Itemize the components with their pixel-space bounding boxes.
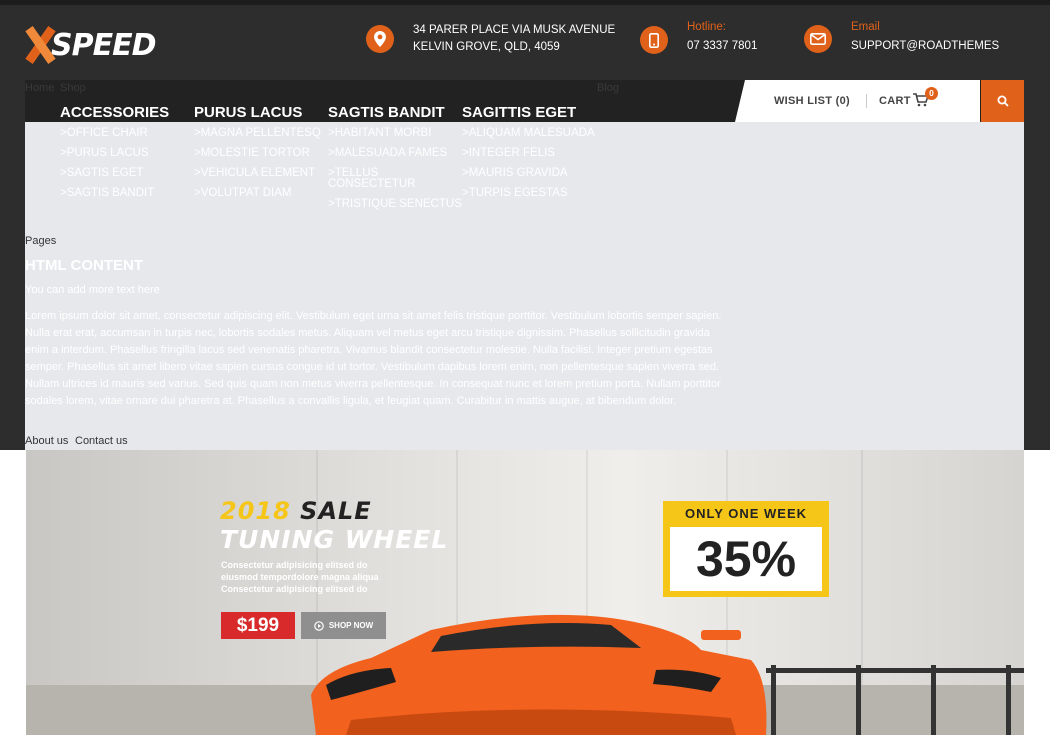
email-label: Email xyxy=(851,21,880,33)
nav-divider xyxy=(866,94,867,108)
rack-post xyxy=(931,665,936,735)
menu-list-sagittis-eget: >ALIQUAM MALESUADA >INTEGER FELIS >MAURI… xyxy=(462,127,597,208)
menu-heading-sagtis-bandit[interactable]: SAGTIS BANDIT xyxy=(328,104,445,121)
search-button[interactable] xyxy=(981,80,1024,122)
cart-link[interactable]: CART xyxy=(879,95,911,107)
menu-item[interactable]: >MOLESTIE TORTOR xyxy=(194,147,329,159)
logo[interactable]: SPEED xyxy=(25,25,156,65)
menu-item[interactable]: >SAGTIS EGET xyxy=(60,167,195,179)
map-pin-icon xyxy=(366,25,394,53)
banner-desc-line: Consectetur adipisicing elitsed do xyxy=(221,560,368,570)
menu-item[interactable]: >MALESUADA FAMES xyxy=(328,147,463,159)
menu-list-purus-lacus: >MAGNA PELLENTESQ >MOLESTIE TORTOR >VEHI… xyxy=(194,127,329,208)
menu-item[interactable]: >TELLUS CONSECTETUR xyxy=(328,167,463,190)
hotline-label: Hotline: xyxy=(687,21,726,33)
hotline: Hotline: 07 3337 7801 xyxy=(687,19,757,55)
menu-item[interactable]: >TURPIS EGESTAS xyxy=(462,187,597,199)
menu-heading-sagittis-eget[interactable]: SAGITTIS EGET xyxy=(462,104,576,121)
menu-item[interactable]: >HABITANT MORBI xyxy=(328,127,463,139)
nav-pages[interactable]: Pages xyxy=(25,235,56,247)
menu-item[interactable]: >MAGNA PELLENTESQ xyxy=(194,127,329,139)
nav-contact-us[interactable]: Contact us xyxy=(75,435,128,447)
nav-shop[interactable]: Shop xyxy=(60,82,86,94)
sale-year: 2018 xyxy=(220,497,291,525)
banner-title: TUNING WHEEL xyxy=(220,525,449,554)
menu-item[interactable]: >VOLUTPAT DIAM xyxy=(194,187,329,199)
discount-badge: ONLY ONE WEEK 35% xyxy=(663,501,829,597)
menu-heading-accessories[interactable]: ACCESSORIES xyxy=(60,104,169,121)
menu-item[interactable]: >OFFICE CHAIR xyxy=(60,127,195,139)
discount-value: 35% xyxy=(670,527,822,591)
menu-list-accessories: >OFFICE CHAIR >PURUS LACUS >SAGTIS EGET … xyxy=(60,127,195,208)
menu-item[interactable]: >ALIQUAM MALESUADA xyxy=(462,127,597,139)
logo-x-mark xyxy=(25,26,56,64)
rack-post xyxy=(856,665,861,735)
banner-desc-line: eiusmod tempordolore magna aliqua xyxy=(221,572,379,582)
address-line1: 34 PARER PLACE VIA MUSK AVENUE xyxy=(413,24,616,36)
discount-label: ONLY ONE WEEK xyxy=(684,506,808,521)
play-icon xyxy=(314,620,324,631)
hero-banner: 2018 SALE TUNING WHEEL Consectetur adipi… xyxy=(26,450,1024,735)
search-icon xyxy=(997,95,1009,107)
wishlist-link[interactable]: WISH LIST (0) xyxy=(774,95,850,107)
sale-word: SALE xyxy=(300,497,372,525)
address-line2: KELVIN GROVE, QLD, 4059 xyxy=(413,41,560,53)
hotline-number[interactable]: 07 3337 7801 xyxy=(687,38,757,55)
nav-about-us[interactable]: About us xyxy=(25,435,68,447)
rack-bar xyxy=(766,668,1024,673)
html-content-title: HTML CONTENT xyxy=(25,257,144,274)
banner-desc-line: Consectetur adipisicing elitsed do xyxy=(221,584,368,594)
email-address[interactable]: SUPPORT@ROADTHEMES xyxy=(851,38,999,55)
menu-item[interactable]: >TRISTIQUE SENECTUS xyxy=(328,198,463,210)
address: 34 PARER PLACE VIA MUSK AVENUE KELVIN GR… xyxy=(413,22,615,56)
envelope-icon xyxy=(804,25,832,53)
html-content-subtitle: You can add more text here xyxy=(25,284,160,296)
menu-item[interactable]: >SAGTIS BANDIT xyxy=(60,187,195,199)
banner-description: Consectetur adipisicing elitsed do eiusm… xyxy=(221,559,421,595)
phone-icon xyxy=(640,26,668,54)
html-content-body: Lorem ipsum dolor sit amet, consectetur … xyxy=(25,310,722,407)
nav-home[interactable]: Home xyxy=(25,82,54,94)
menu-heading-purus-lacus[interactable]: PURUS LACUS xyxy=(194,104,302,121)
menu-item[interactable]: >PURUS LACUS xyxy=(60,147,195,159)
menu-item[interactable]: >INTEGER FELIS xyxy=(462,147,597,159)
rack-post xyxy=(1006,665,1011,735)
menu-item[interactable]: >VEHICULA ELEMENT xyxy=(194,167,329,179)
logo-text: SPEED xyxy=(51,27,156,63)
shop-now-button[interactable]: SHOP NOW xyxy=(301,612,386,639)
nav-blog[interactable]: Blog xyxy=(597,82,619,94)
sale-headline: 2018 SALE xyxy=(220,497,372,525)
shop-now-label: SHOP NOW xyxy=(328,621,374,630)
cart-count-badge: 0 xyxy=(925,87,938,100)
email: Email SUPPORT@ROADTHEMES xyxy=(851,19,999,55)
price-tag: $199 xyxy=(221,612,295,639)
menu-item[interactable]: >MAURIS GRAVIDA xyxy=(462,167,597,179)
menu-list-sagtis-bandit: >HABITANT MORBI >MALESUADA FAMES >TELLUS… xyxy=(328,127,463,219)
